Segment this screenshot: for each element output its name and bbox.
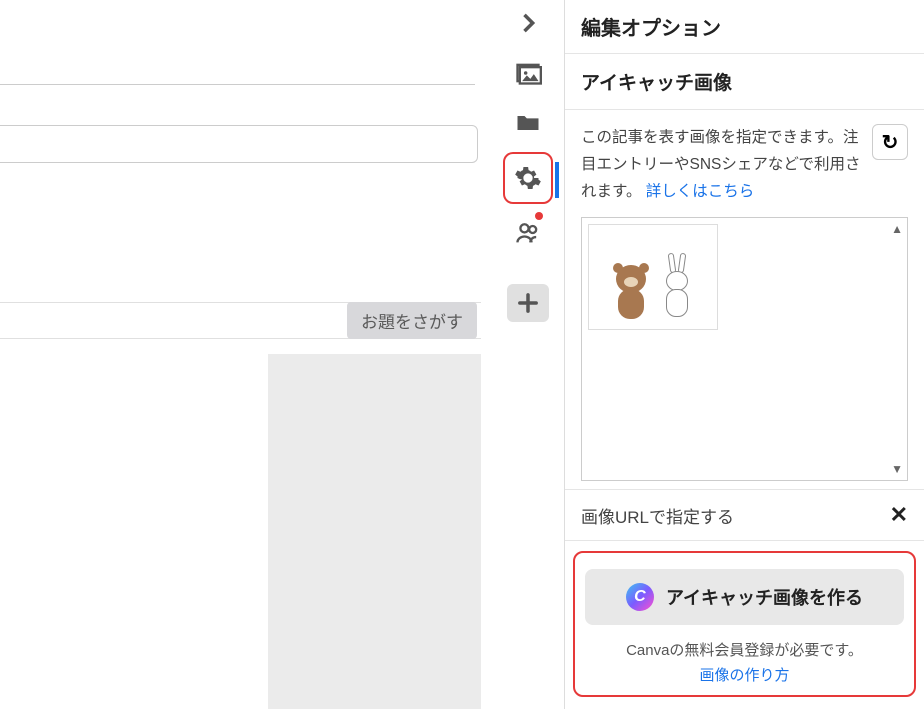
people-tab[interactable] bbox=[505, 212, 551, 254]
rabbit-illustration bbox=[659, 259, 695, 323]
image-url-row[interactable]: 画像URLで指定する ✕ bbox=[565, 489, 924, 541]
howto-link[interactable]: 画像の作り方 bbox=[585, 664, 904, 685]
image-tab[interactable] bbox=[505, 52, 551, 94]
image-picker[interactable]: ▲ ▼ bbox=[581, 217, 908, 481]
image-thumbnail[interactable] bbox=[588, 224, 718, 330]
notification-dot-icon bbox=[535, 212, 543, 220]
image-url-label: 画像URLで指定する bbox=[581, 503, 734, 528]
bear-illustration bbox=[611, 263, 651, 323]
canva-button-label: アイキャッチ画像を作る bbox=[666, 584, 863, 610]
folder-icon bbox=[514, 109, 542, 137]
canva-section: C アイキャッチ画像を作る Canvaの無料会員登録が必要です。 画像の作り方 bbox=[573, 551, 916, 697]
preview-panel bbox=[268, 354, 481, 709]
active-indicator bbox=[555, 162, 559, 198]
add-button[interactable] bbox=[507, 284, 549, 322]
folder-tab[interactable] bbox=[505, 102, 551, 144]
people-icon bbox=[514, 219, 542, 247]
eyecatch-heading: アイキャッチ画像 bbox=[565, 54, 924, 110]
close-icon[interactable]: ✕ bbox=[890, 502, 908, 528]
find-topic-button[interactable]: お題をさがす bbox=[347, 302, 477, 339]
settings-tab[interactable] bbox=[503, 152, 553, 204]
plus-icon bbox=[514, 289, 542, 317]
scroll-down-icon[interactable]: ▼ bbox=[891, 462, 903, 476]
divider bbox=[0, 84, 475, 85]
topic-row: お題をさがす bbox=[0, 302, 481, 339]
gear-icon bbox=[514, 164, 542, 192]
text-input[interactable] bbox=[0, 125, 478, 163]
collapse-button[interactable] bbox=[505, 2, 551, 44]
reload-button[interactable]: ↻ bbox=[872, 124, 908, 160]
chevron-right-icon bbox=[514, 9, 542, 37]
editor-main: お題をさがす bbox=[0, 0, 492, 709]
image-icon bbox=[514, 59, 542, 87]
canva-note: Canvaの無料会員登録が必要です。 bbox=[585, 639, 904, 660]
panel-title: 編集オプション bbox=[565, 0, 924, 54]
scroll-up-icon[interactable]: ▲ bbox=[891, 222, 903, 236]
eyecatch-body: この記事を表す画像を指定できます。注目エントリーやSNSシェアなどで利用されます… bbox=[565, 110, 924, 489]
reload-icon: ↻ bbox=[882, 130, 899, 155]
learn-more-link[interactable]: 詳しくはこちら bbox=[646, 183, 755, 200]
create-eyecatch-button[interactable]: C アイキャッチ画像を作る bbox=[585, 569, 904, 625]
canva-logo-icon: C bbox=[626, 583, 654, 611]
eyecatch-description: この記事を表す画像を指定できます。注目エントリーやSNSシェアなどで利用されます… bbox=[581, 124, 862, 205]
sidebar-rail bbox=[492, 0, 564, 709]
options-panel: 編集オプション アイキャッチ画像 この記事を表す画像を指定できます。注目エントリ… bbox=[564, 0, 924, 709]
